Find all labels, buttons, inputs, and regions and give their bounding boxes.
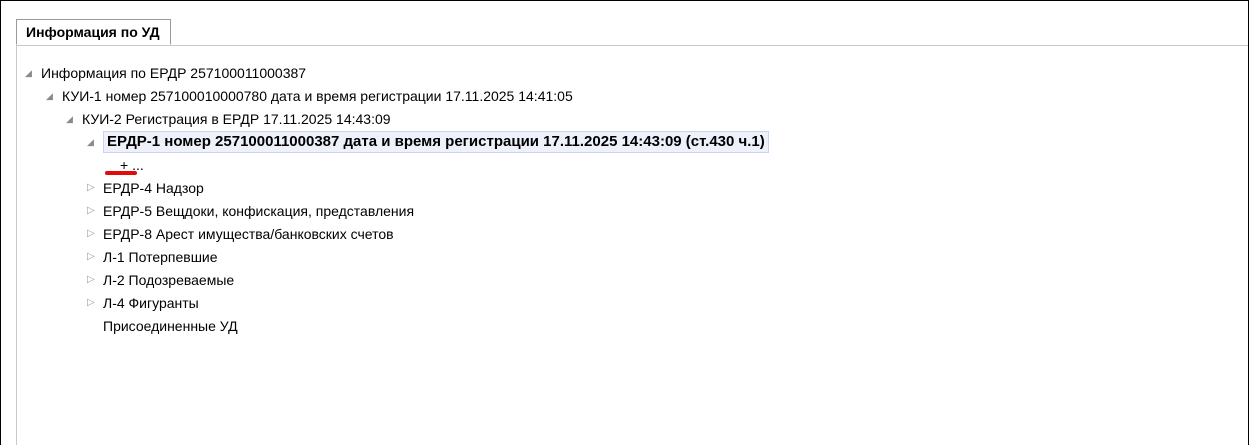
triangle-expanded-icon[interactable]: ◢ (66, 108, 82, 130)
ud-info-window: Информация по УД ◢ Информация по ЕРДР 257… (0, 0, 1249, 445)
triangle-collapsed-icon[interactable]: ▷ (87, 246, 103, 268)
triangle-collapsed-icon[interactable]: ▷ (87, 177, 103, 199)
tree-node-label: ЕРДР-5 Вещдоки, конфискация, представлен… (103, 203, 415, 219)
tree-node-erdr4[interactable]: ▷ ЕРДР-4 Надзор (87, 177, 204, 199)
tree-node-label: Л-1 Потерпевшие (103, 249, 218, 265)
tree-node-label: КУИ-2 Регистрация в ЕРДР 17.11.2025 14:4… (82, 111, 391, 127)
tab-ud-info[interactable]: Информация по УД (16, 19, 171, 45)
triangle-collapsed-icon[interactable]: ▷ (87, 292, 103, 314)
triangle-expanded-icon[interactable]: ◢ (25, 62, 41, 84)
tree-node-label: Информация по ЕРДР 257100011000387 (41, 65, 307, 81)
tree-node-kui2[interactable]: ◢ КУИ-2 Регистрация в ЕРДР 17.11.2025 14:… (66, 108, 391, 130)
tree-node-erdr1[interactable]: ◢ ЕРДР-1 номер 257100011000387 дата и вре… (87, 131, 769, 153)
triangle-expanded-icon[interactable]: ◢ (46, 85, 62, 107)
tree-node-erdr8[interactable]: ▷ ЕРДР-8 Арест имущества/банковских счето… (87, 223, 394, 245)
ud-tree: ◢ Информация по ЕРДР 257100011000387 ◢ КУИ… (17, 45, 1248, 445)
tree-panel: ◢ Информация по ЕРДР 257100011000387 ◢ КУИ… (16, 45, 1248, 445)
tree-node-label: ЕРДР-8 Арест имущества/банковских счетов (103, 226, 394, 242)
triangle-expanded-icon[interactable]: ◢ (87, 131, 103, 153)
tree-node-label: ЕРДР-4 Надзор (103, 180, 204, 196)
tree-node-kui1[interactable]: ◢ КУИ-1 номер 257100010000780 дата и врем… (46, 85, 573, 107)
tree-node-label: Л-2 Подозреваемые (103, 272, 235, 288)
tree-node-label: КУИ-1 номер 257100010000780 дата и время… (62, 88, 573, 104)
tree-node-l2[interactable]: ▷ Л-2 Подозреваемые (87, 269, 234, 291)
tree-node-erdr5[interactable]: ▷ ЕРДР-5 Вещдоки, конфискация, представле… (87, 200, 414, 222)
triangle-collapsed-icon[interactable]: ▷ (87, 200, 103, 222)
tree-node-attached[interactable]: Присоединенные УД (103, 315, 238, 337)
tree-node-label: ЕРДР-1 номер 257100011000387 дата и врем… (103, 131, 769, 153)
tree-node-label: Присоединенные УД (103, 318, 238, 334)
tree-node-label: Л-4 Фигуранты (103, 295, 199, 311)
annotation-underline-mark (105, 171, 137, 175)
tree-node-l1[interactable]: ▷ Л-1 Потерпевшие (87, 246, 218, 268)
tree-node-l4[interactable]: ▷ Л-4 Фигуранты (87, 292, 199, 314)
triangle-collapsed-icon[interactable]: ▷ (87, 269, 103, 291)
triangle-collapsed-icon[interactable]: ▷ (87, 223, 103, 245)
tree-node-root[interactable]: ◢ Информация по ЕРДР 257100011000387 (25, 62, 306, 84)
tab-strip: Информация по УД (16, 19, 1248, 46)
